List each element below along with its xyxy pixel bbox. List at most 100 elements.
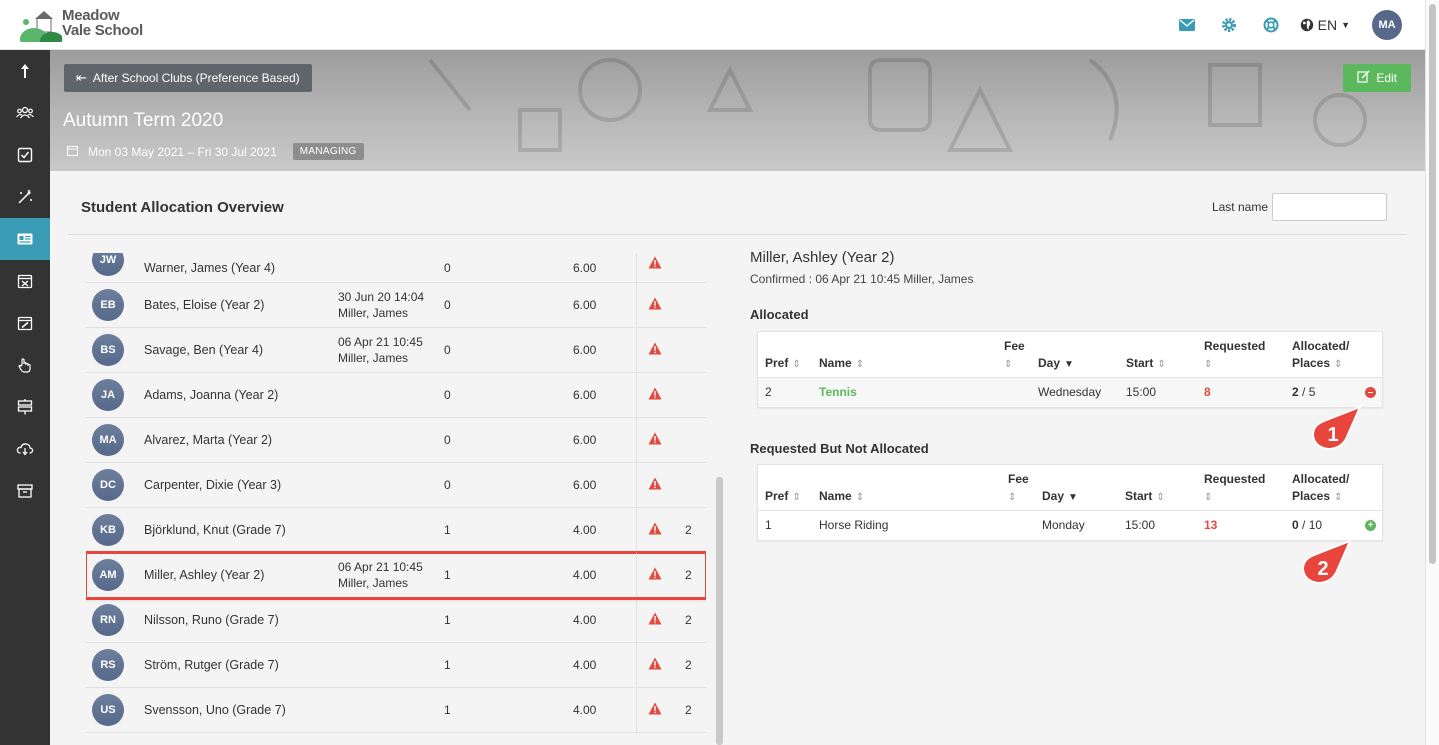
page-scrollbar-thumb[interactable] <box>1429 4 1436 564</box>
sidebar-item-select[interactable] <box>0 344 50 386</box>
student-row[interactable]: JA Adams, Joanna (Year 2) 0 6.00 <box>86 373 706 418</box>
calendar-edit-icon <box>17 316 33 331</box>
sort-icon: ⇕ <box>855 492 865 503</box>
extra-count: 2 <box>685 613 692 627</box>
student-avatar: KB <box>92 514 124 546</box>
col-pref[interactable]: Pref ⇕ <box>765 355 801 373</box>
back-button-label: After School Clubs (Preference Based) <box>92 71 300 85</box>
col-name[interactable]: Name ⇕ <box>819 355 864 373</box>
alloc-club-name[interactable]: Tennis <box>819 385 857 399</box>
col-fee[interactable]: Fee ⇕ <box>1008 471 1029 506</box>
sidebar-item-download[interactable] <box>0 428 50 470</box>
sidebar <box>0 50 50 745</box>
warning-triangle-icon <box>648 657 662 670</box>
warning-cell <box>636 253 706 282</box>
student-row[interactable]: EB Bates, Eloise (Year 2) 30 Jun 20 14:04 M… <box>86 283 706 328</box>
sidebar-item-tasks[interactable] <box>0 134 50 176</box>
allocated-count: 1 <box>444 568 451 582</box>
student-row[interactable]: RS Ström, Rutger (Grade 7) 1 4.00 2 <box>86 643 706 688</box>
page-scrollbar[interactable] <box>1425 0 1439 745</box>
sidebar-item-signpost[interactable] <box>0 386 50 428</box>
col-pref[interactable]: Pref ⇕ <box>765 488 801 506</box>
na-day: Monday <box>1042 518 1085 532</box>
student-name: Bates, Eloise (Year 2) <box>144 298 265 312</box>
col-allocated-places[interactable]: Allocated/Places ⇕ <box>1292 338 1349 373</box>
lifebuoy-icon[interactable] <box>1260 14 1282 36</box>
sidebar-item-upload[interactable] <box>0 50 50 92</box>
allocated-table-header: Pref ⇕ Name ⇕ Fee ⇕ Day ▼ Start ⇕ Requested ⇕ … <box>758 332 1382 378</box>
col-day[interactable]: Day ▼ <box>1042 488 1078 506</box>
col-day[interactable]: Day ▼ <box>1038 355 1074 373</box>
globe-icon <box>1300 18 1313 32</box>
student-row[interactable]: JW Warner, James (Year 4) 0 6.00 <box>86 253 706 283</box>
student-row[interactable]: RN Nilsson, Runo (Grade 7) 1 4.00 2 <box>86 598 706 643</box>
student-row[interactable]: MA Alvarez, Marta (Year 2) 0 6.00 <box>86 418 706 463</box>
user-avatar[interactable]: MA <box>1372 10 1402 40</box>
last-name-input[interactable] <box>1272 193 1387 221</box>
sidebar-item-calendar-edit[interactable] <box>0 302 50 344</box>
gear-icon[interactable] <box>1218 14 1240 36</box>
confirmed-by: Miller, James <box>338 306 409 320</box>
student-list: JW Warner, James (Year 4) 0 6.00 EB Bates, El… <box>86 253 706 745</box>
language-selector[interactable]: EN ▼ <box>1300 17 1350 33</box>
student-avatar: JW <box>92 253 124 276</box>
confirmation-info: 06 Apr 21 10:45 Miller, James <box>338 559 423 591</box>
school-logo[interactable]: Meadow Vale School <box>20 8 143 50</box>
remove-allocation-button[interactable]: – <box>1365 387 1376 398</box>
col-requested[interactable]: Requested ⇕ <box>1204 471 1265 506</box>
student-row[interactable]: BS Savage, Ben (Year 4) 06 Apr 21 10:45 Mil… <box>86 328 706 373</box>
sidebar-item-clubs[interactable] <box>0 218 50 260</box>
alloc-start: 15:00 <box>1126 385 1157 399</box>
back-button[interactable]: ⇤ After School Clubs (Preference Based) <box>64 64 312 92</box>
fee-value: 6.00 <box>573 343 597 357</box>
sort-desc-icon: ▼ <box>1064 359 1074 370</box>
sidebar-item-people[interactable] <box>0 92 50 134</box>
confirmed-by: Miller, James <box>338 576 409 590</box>
sidebar-item-archive[interactable] <box>0 470 50 512</box>
student-avatar: RS <box>92 649 124 681</box>
sort-icon: ⇕ <box>1157 359 1166 370</box>
edit-button-label: Edit <box>1376 71 1397 85</box>
student-row[interactable]: KB Björklund, Knut (Grade 7) 1 4.00 2 <box>86 508 706 553</box>
alloc-requested: 8 <box>1204 385 1211 399</box>
page-banner: ⇤ After School Clubs (Preference Based) … <box>50 50 1425 171</box>
list-scrollbar[interactable] <box>716 477 723 745</box>
col-start[interactable]: Start ⇕ <box>1126 355 1166 373</box>
sidebar-item-calendar-x[interactable] <box>0 260 50 302</box>
warning-triangle-icon <box>648 522 662 535</box>
col-fee[interactable]: Fee ⇕ <box>1004 338 1025 373</box>
warning-triangle-icon <box>648 297 662 310</box>
fee-value: 4.00 <box>573 658 597 672</box>
main-content: Student Allocation Overview Last name JW… <box>50 171 1425 745</box>
warning-cell <box>636 553 706 597</box>
col-allocated-places[interactable]: Allocated/Places ⇕ <box>1292 471 1349 506</box>
overview-title: Student Allocation Overview <box>81 199 284 216</box>
na-requested: 13 <box>1204 518 1218 532</box>
archive-icon <box>17 484 33 498</box>
warning-triangle-icon <box>648 432 662 445</box>
allocated-count: 1 <box>444 523 451 537</box>
col-name[interactable]: Name ⇕ <box>819 488 864 506</box>
warning-cell <box>636 463 706 507</box>
add-allocation-button[interactable]: + <box>1365 520 1376 531</box>
sort-icon: ⇕ <box>1334 359 1343 370</box>
student-row[interactable]: US Svensson, Uno (Grade 7) 1 4.00 2 <box>86 688 706 733</box>
allocated-count: 0 <box>444 388 451 402</box>
people-icon <box>16 106 34 119</box>
col-requested[interactable]: Requested ⇕ <box>1204 338 1265 373</box>
detail-confirmed-text: Confirmed : 06 Apr 21 10:45 Miller, Jame… <box>750 272 974 286</box>
confirmed-by: Miller, James <box>338 351 409 365</box>
student-name: Björklund, Knut (Grade 7) <box>144 523 286 537</box>
envelope-icon[interactable] <box>1176 14 1198 36</box>
divider <box>68 234 1407 235</box>
warning-triangle-icon <box>648 477 662 490</box>
col-start[interactable]: Start ⇕ <box>1125 488 1165 506</box>
student-avatar: JA <box>92 379 124 411</box>
na-start: 15:00 <box>1125 518 1156 532</box>
edit-button[interactable]: Edit <box>1343 64 1411 92</box>
sort-icon: ⇕ <box>1204 359 1213 370</box>
annotation-marker-2: 2 <box>1298 539 1354 585</box>
student-row[interactable]: DC Carpenter, Dixie (Year 3) 0 6.00 <box>86 463 706 508</box>
student-row[interactable]: AM Miller, Ashley (Year 2) 06 Apr 21 10:45… <box>86 551 706 600</box>
sidebar-item-magic[interactable] <box>0 176 50 218</box>
